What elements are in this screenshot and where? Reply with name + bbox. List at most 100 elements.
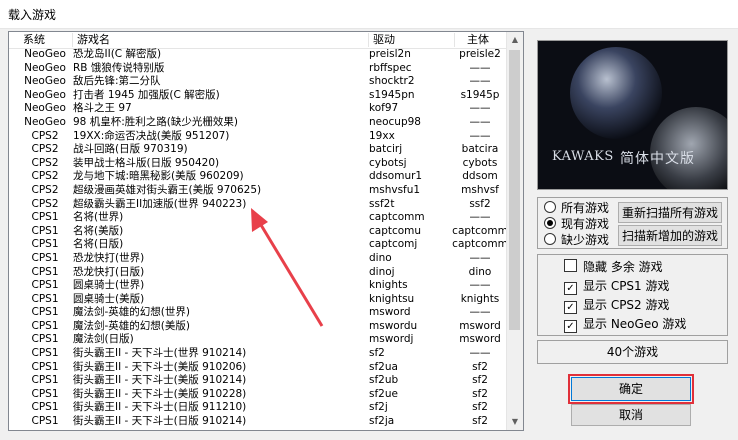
kawaks-logo: KAWAKS 简体中文版 <box>537 40 728 190</box>
checkbox-show-cps2[interactable]: ✓ <box>564 301 577 314</box>
radio-all-icon[interactable] <box>544 201 556 213</box>
list-item[interactable]: CPS1 恐龙快打(世界) dino —— <box>9 252 509 266</box>
list-item[interactable]: CPS2 超级漫画英雄对街头霸王(美版 970625) mshvsfu1 mshvsf <box>9 184 509 198</box>
list-item[interactable]: CPS1 街头霸王II - 天下斗士(美版 910206) sf2ua sf2 <box>9 361 509 375</box>
scan-new-button[interactable]: 扫描新增加的游戏 <box>618 225 722 246</box>
row-driver: captcomm <box>369 211 425 224</box>
scroll-thumb[interactable] <box>509 50 520 330</box>
row-driver: mswordu <box>369 319 418 332</box>
row-name: 恐龙岛II(C 解密版) <box>73 48 162 60</box>
row-driver: kof97 <box>369 102 399 115</box>
list-item[interactable]: NeoGeo 格斗之王 97 kof97 —— <box>9 102 509 116</box>
row-name: 圆桌骑士(世界) <box>73 279 145 292</box>
list-item[interactable]: CPS1 街头霸王II - 天下斗士(美版 910228) sf2ue sf2 <box>9 388 509 402</box>
list-item[interactable]: CPS2 龙与地下城:暗黑秘影(美版 960209) ddsomur1 ddsom <box>9 170 509 184</box>
row-name: 超级霸头霸王II加速版(世界 940223) <box>73 197 247 210</box>
row-name: 街头霸王II - 天下斗士(日版 911210) <box>73 401 247 414</box>
list-item[interactable]: NeoGeo 98 机皇杯:胜利之路(缺少光栅效果) neocup98 —— <box>9 116 509 130</box>
list-item[interactable]: NeoGeo 敌后先锋:第二分队 shocktr2 —— <box>9 75 509 89</box>
row-system: NeoGeo <box>24 115 66 128</box>
row-name: 街头霸王II - 天下斗士(世界 910214) <box>73 347 247 360</box>
row-system: CPS1 <box>31 251 59 264</box>
row-driver: ddsomur1 <box>369 170 423 183</box>
row-parent: —— <box>469 279 491 292</box>
list-item[interactable]: NeoGeo 打击者 1945 加强版(C 解密版) s1945pn s1945p <box>9 89 509 103</box>
row-driver: dino <box>369 251 392 264</box>
row-driver: shocktr2 <box>369 75 415 88</box>
column-header-name[interactable]: 游戏名 <box>73 33 369 47</box>
game-count: 40个游戏 <box>537 340 728 364</box>
row-name: 龙与地下城:暗黑秘影(美版 960209) <box>73 170 244 183</box>
radio-existing-games[interactable]: 现有游戏 <box>544 216 609 232</box>
radio-all-games[interactable]: 所有游戏 <box>544 200 609 216</box>
row-system: CPS2 <box>31 197 59 210</box>
cancel-button[interactable]: 取消 <box>571 404 691 426</box>
option-show-cps1[interactable]: ✓ 显示 CPS1 游戏 <box>564 278 670 295</box>
scroll-up-icon[interactable]: ▲ <box>507 32 523 48</box>
radio-all-label: 所有游戏 <box>561 201 610 215</box>
option-hide-extra-label: 隐藏 多余 游戏 <box>583 260 663 274</box>
list-item[interactable]: CPS2 超级霸头霸王II加速版(世界 940223) ssf2t ssf2 <box>9 198 509 212</box>
list-item[interactable]: CPS1 魔法剑(日版) mswordj msword <box>9 333 509 347</box>
row-system: CPS2 <box>31 129 59 142</box>
row-system: NeoGeo <box>24 48 66 60</box>
list-item[interactable]: CPS1 街头霸王II - 天下斗士(美版 910214) sf2ub sf2 <box>9 374 509 388</box>
checkbox-show-neogeo[interactable]: ✓ <box>564 320 577 333</box>
row-parent: msword <box>459 333 501 346</box>
option-show-cps1-label: 显示 CPS1 游戏 <box>583 279 670 293</box>
row-name: 战斗回路(日版 970319) <box>73 143 188 156</box>
row-system: CPS1 <box>31 319 59 332</box>
checkbox-show-cps1[interactable]: ✓ <box>564 282 577 295</box>
list-item[interactable]: CPS1 名将(美版) captcomu captcomm <box>9 225 509 239</box>
row-parent: —— <box>469 102 491 115</box>
list-item[interactable]: NeoGeo 恐龙岛II(C 解密版) preisl2n preisle2 <box>9 48 509 62</box>
list-item[interactable]: CPS1 恐龙快打(日版) dinoj dino <box>9 266 509 280</box>
list-item[interactable]: CPS1 街头霸王II - 天下斗士(日版 910214) sf2ja sf2 <box>9 415 509 429</box>
radio-missing-icon[interactable] <box>544 233 556 245</box>
row-driver: sf2ue <box>369 387 398 400</box>
list-item[interactable]: CPS1 街头霸王II - 天下斗士(日版 911210) sf2j sf2 <box>9 401 509 415</box>
option-hide-extra[interactable]: 隐藏 多余 游戏 <box>564 259 663 275</box>
row-name: 魔法剑-英雄的幻想(世界) <box>73 306 190 319</box>
column-header-driver[interactable]: 驱动 <box>369 33 455 47</box>
row-system: NeoGeo <box>24 61 66 74</box>
list-item[interactable]: CPS1 名将(日版) captcomj captcomm <box>9 238 509 252</box>
scroll-down-icon[interactable]: ▼ <box>507 414 523 430</box>
list-item[interactable]: CPS2 战斗回路(日版 970319) batcirj batcira <box>9 143 509 157</box>
list-item[interactable]: CPS1 魔法剑-英雄的幻想(世界) msword —— <box>9 306 509 320</box>
column-header-parent[interactable]: 主体 <box>455 33 509 47</box>
row-driver: neocup98 <box>369 115 421 128</box>
column-header-system[interactable]: 系统 <box>9 33 73 47</box>
list-item[interactable]: CPS2 装甲战士格斗版(日版 950420) cybotsj cybots <box>9 157 509 171</box>
row-name: 名将(世界) <box>73 211 124 224</box>
row-system: CPS1 <box>31 401 59 414</box>
row-driver: preisl2n <box>369 48 411 60</box>
vertical-scrollbar[interactable]: ▲ ▼ <box>506 32 523 430</box>
list-item[interactable]: CPS2 19XX:命运否决战(美版 951207) 19xx —— <box>9 130 509 144</box>
row-parent: —— <box>469 115 491 128</box>
list-item[interactable]: NeoGeo RB 饿狼传说特别版 rbffspec —— <box>9 62 509 76</box>
row-parent: —— <box>469 75 491 88</box>
list-item[interactable]: CPS1 圆桌骑士(美版) knightsu knights <box>9 293 509 307</box>
option-show-neogeo[interactable]: ✓ 显示 NeoGeo 游戏 <box>564 316 686 333</box>
title-bar: 载入游戏 <box>0 0 738 29</box>
radio-missing-games[interactable]: 缺少游戏 <box>544 232 609 248</box>
row-driver: sf2 <box>369 347 385 360</box>
row-name: 街头霸王II - 天下斗士(美版 910214) <box>73 374 247 387</box>
logo-subtitle: 简体中文版 <box>620 151 695 167</box>
list-item[interactable]: CPS1 魔法剑-英雄的幻想(美版) mswordu msword <box>9 320 509 334</box>
game-list[interactable]: 系统 游戏名 驱动 主体 NeoGeo 恐龙岛II(C 解密版) preisl2n p… <box>8 31 524 431</box>
checkbox-hide-extra[interactable] <box>564 259 577 272</box>
list-item[interactable]: CPS1 街头霸王II - 天下斗士(世界 910214) sf2 —— <box>9 347 509 361</box>
list-item[interactable]: CPS1 名将(世界) captcomm —— <box>9 211 509 225</box>
list-item[interactable]: CPS1 圆桌骑士(世界) knights —— <box>9 279 509 293</box>
option-show-cps2[interactable]: ✓ 显示 CPS2 游戏 <box>564 297 670 314</box>
rescan-all-button[interactable]: 重新扫描所有游戏 <box>618 202 722 223</box>
row-system: NeoGeo <box>24 75 66 88</box>
radio-existing-icon[interactable] <box>544 217 556 229</box>
row-parent: captcomm <box>452 238 508 251</box>
row-system: NeoGeo <box>24 88 66 101</box>
row-system: CPS1 <box>31 224 59 237</box>
row-name: 街头霸王II - 天下斗士(日版 910214) <box>73 415 247 428</box>
row-driver: mshvsfu1 <box>369 183 421 196</box>
